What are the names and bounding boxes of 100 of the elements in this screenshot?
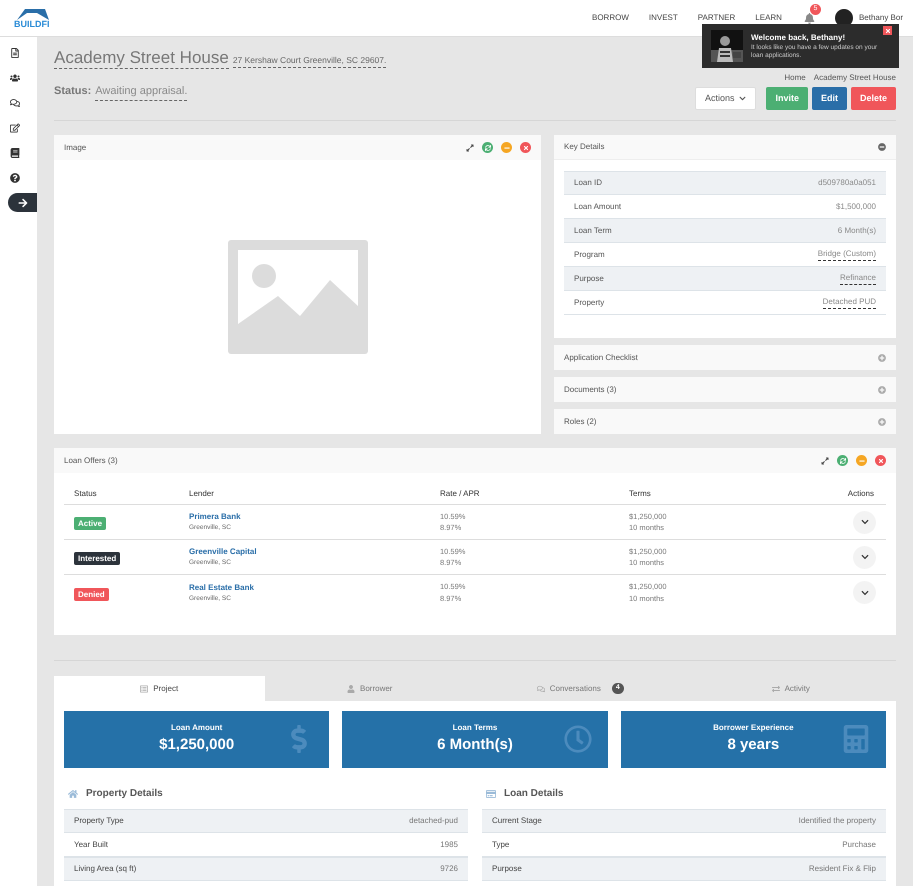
detail-value: 9726 [440,863,458,875]
list-icon [140,684,148,692]
minimize-icon[interactable] [501,142,512,153]
clock-icon [564,725,592,753]
edit-icon [10,122,20,132]
bell-icon[interactable] [804,12,815,24]
column-header: Status [73,488,98,500]
close-icon[interactable] [875,455,886,466]
detail-label: Loan Term [574,224,612,236]
row-actions-button[interactable] [853,510,876,534]
expand-icon[interactable] [466,144,474,152]
stat-value: 8 years [727,735,780,756]
user-name[interactable]: Bethany Bor [858,12,903,24]
status-value: Awaiting appraisal. [95,83,188,101]
lender-link[interactable]: Primera Bank [189,511,241,524]
close-icon [884,28,890,34]
section-title: Property Details [86,787,163,801]
column-header: Actions [848,488,875,500]
stat-value: $1,250,000 [159,735,234,756]
detail-value: Purchase [842,838,876,850]
detail-value: Refinance [840,272,876,285]
detail-label: Loan ID [574,177,602,189]
row-actions-button[interactable] [853,581,876,604]
detail-label: Type [492,838,510,850]
chevron-icon [860,518,868,526]
close-button[interactable] [883,26,892,35]
home-icon [68,788,78,798]
stat-label: Borrower Experience [713,722,794,734]
detail-label: Current Stage [492,815,542,827]
stat-value: 6 Month(s) [437,735,513,756]
column-header: Lender [189,488,215,500]
breadcrumb-link[interactable]: Home [784,72,806,84]
detail-value: Bridge (Custom) [818,248,876,261]
chat-icon [536,684,545,692]
status-badge: Denied [74,588,109,600]
detail-label: Property Type [74,815,124,827]
stat-label: Loan Amount [171,722,222,734]
detail-value: detached-pud [409,815,458,827]
collapsible-panel[interactable]: Roles (2) [554,409,896,434]
detail-label: Program [574,248,605,260]
detail-label: Year Built [74,838,108,850]
panel-title: Documents (3) [564,384,616,396]
panel-title: Image [64,142,86,154]
detail-value: 6 Month(s) [838,224,876,236]
detail-value: d509780a0a051 [818,177,876,189]
panel-title: Key Details [564,141,604,153]
logo-icon [14,8,49,20]
nav-link[interactable]: PARTNER [698,12,736,24]
action-button[interactable]: Edit [812,87,847,110]
stat-label: Loan Terms [452,722,498,734]
calculator-icon [842,725,870,753]
page-title: Academy Street House [54,47,229,70]
detail-label: Property [574,296,604,308]
collapsible-panel[interactable]: Documents (3) [554,377,896,402]
panel-title: Application Checklist [564,352,638,364]
detail-value: Detached PUD [822,296,876,309]
detail-value: Resident Fix & Flip [808,863,876,875]
image-placeholder-icon [228,240,368,354]
row-actions-button[interactable] [853,546,876,568]
nav-link[interactable]: LEARN [755,12,782,24]
detail-label: Living Area (sq ft) [74,863,136,875]
detail-label: Purpose [492,863,522,875]
chevron-icon [860,553,868,561]
expand-icon[interactable] [821,456,829,464]
caret-icon [739,95,746,102]
breadcrumb-link[interactable]: Academy Street House [814,72,896,84]
lender-link[interactable]: Real Estate Bank [189,582,254,594]
document-icon [10,48,20,58]
status-badge: Active [74,517,106,530]
collapse-icon[interactable] [878,143,886,151]
refresh-icon[interactable] [837,455,848,466]
detail-value: $1,500,000 [836,200,876,212]
lender-link[interactable]: Greenville Capital [189,546,257,558]
close-icon[interactable] [520,142,531,153]
card-icon [486,788,496,798]
refresh-icon[interactable] [482,142,493,153]
nav-link[interactable]: INVEST [648,12,678,24]
status-label: Status: [54,84,92,100]
collapsible-panel[interactable]: Application Checklist [554,345,896,370]
arrow-right-icon [18,198,28,208]
tab[interactable]: Project [54,676,264,701]
chevron-icon [860,588,868,596]
chat-icon [10,98,20,108]
detail-value: 1985 [440,838,458,850]
actions-dropdown[interactable]: Actions [694,87,756,110]
detail-label: Loan Amount [574,200,622,212]
user-icon [347,684,356,692]
brand-name: BUILDFI [14,20,50,28]
detail-label: Purpose [574,272,604,284]
column-header: Rate / APR [440,488,481,500]
help-icon [10,172,20,182]
status-badge: Interested [74,552,120,565]
users-icon [10,72,20,82]
property-address: 27 Kershaw Court Greenville, SC 29607. [232,54,386,68]
detail-value: Identified the property [798,815,876,827]
exchange-icon [772,684,780,692]
panel-title: Loan Offers (3) [64,454,118,466]
sidebar-item[interactable] [8,193,37,212]
nav-link[interactable]: BORROW [592,12,629,24]
minimize-icon[interactable] [856,455,867,466]
